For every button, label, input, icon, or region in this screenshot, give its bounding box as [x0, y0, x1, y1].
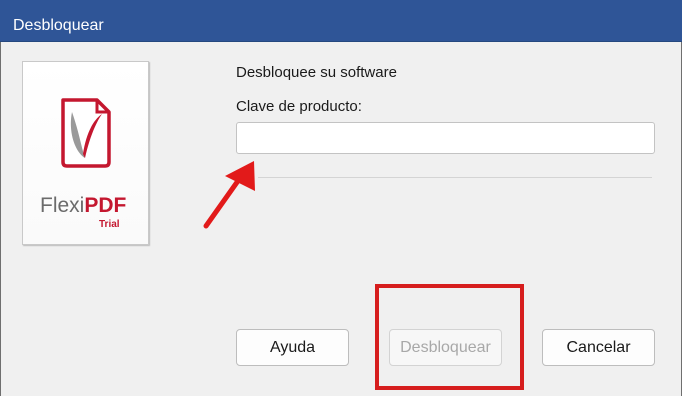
flexipdf-logo-icon — [61, 98, 111, 168]
help-button[interactable]: Ayuda — [236, 329, 349, 366]
window-title: Desbloquear — [13, 17, 104, 34]
cancel-button[interactable]: Cancelar — [542, 329, 655, 366]
separator-line — [258, 177, 652, 178]
unlock-heading: Desbloquee su software — [236, 64, 397, 81]
annotation-highlight-box — [375, 284, 524, 390]
product-key-input[interactable] — [236, 122, 655, 154]
brand-flexi-text: Flexi — [40, 194, 85, 217]
brand-wordmark: FlexiPDF — [40, 192, 126, 220]
brand-pdf-text: PDF — [84, 194, 127, 217]
edition-label: Trial — [99, 219, 120, 230]
product-logo-card: FlexiPDF Trial — [22, 61, 149, 245]
product-key-label: Clave de producto: — [236, 98, 362, 115]
annotation-arrow-icon — [203, 161, 255, 229]
title-bar[interactable]: Desbloquear — [0, 0, 682, 42]
